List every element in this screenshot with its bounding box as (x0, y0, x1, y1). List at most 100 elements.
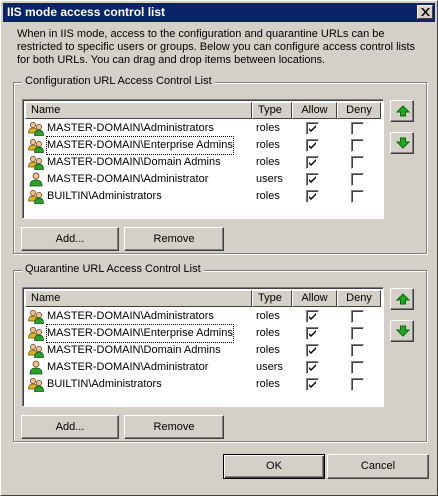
row-name-label: MASTER-DOMAIN\Domain Admins (47, 156, 221, 168)
group-icon (28, 309, 44, 324)
checkmark-icon (309, 142, 316, 149)
title-bar[interactable]: IIS mode access control list (3, 3, 435, 22)
column-header-deny[interactable]: Deny (337, 290, 381, 307)
row-type: roles (256, 327, 280, 339)
row-name: MASTER-DOMAIN\Enterprise Admins (28, 324, 253, 343)
row-name: BUILTIN\Administrators (28, 188, 253, 205)
table-row[interactable]: MASTER-DOMAIN\Administrators roles (25, 120, 381, 137)
deny-checkbox[interactable] (351, 327, 364, 340)
row-name: BUILTIN\Administrators (28, 376, 253, 393)
column-header-deny[interactable]: Deny (337, 102, 381, 119)
deny-checkbox[interactable] (351, 310, 364, 323)
quarantine-add-button[interactable]: Add... (21, 415, 119, 439)
table-row[interactable]: MASTER-DOMAIN\Enterprise Admins roles (25, 324, 381, 343)
allow-checkbox[interactable] (306, 361, 319, 374)
row-name: MASTER-DOMAIN\Enterprise Admins (28, 136, 253, 155)
column-header-type[interactable]: Type (252, 290, 292, 307)
row-type: roles (256, 310, 280, 322)
row-name: MASTER-DOMAIN\Domain Admins (28, 154, 253, 171)
column-header-name[interactable]: Name (25, 102, 252, 119)
row-type: roles (256, 378, 280, 390)
row-type: users (256, 173, 283, 185)
add-button-label: Add... (55, 421, 85, 433)
allow-checkbox[interactable] (306, 344, 319, 357)
quarantine-remove-button[interactable]: Remove (124, 415, 224, 439)
table-row[interactable]: BUILTIN\Administrators roles (25, 376, 381, 393)
group-icon (28, 121, 44, 136)
allow-checkbox[interactable] (306, 173, 319, 186)
row-type: roles (256, 156, 280, 168)
deny-checkbox[interactable] (351, 344, 364, 357)
table-row[interactable]: MASTER-DOMAIN\Enterprise Admins roles (25, 136, 381, 155)
quarantine-move-down-button[interactable] (390, 320, 414, 342)
group-icon (28, 326, 44, 341)
intro-text: When in IIS mode, access to the configur… (17, 28, 416, 66)
allow-checkbox[interactable] (306, 310, 319, 323)
dialog-title: IIS mode access control list (7, 5, 166, 19)
quarantine-acl-group: Quarantine URL Access Control List Name … (13, 263, 427, 442)
row-name: MASTER-DOMAIN\Administrators (28, 120, 253, 137)
allow-checkbox[interactable] (306, 139, 319, 152)
checkmark-icon (309, 347, 316, 354)
table-row[interactable]: MASTER-DOMAIN\Administrator users (25, 359, 381, 376)
allow-checkbox[interactable] (306, 327, 319, 340)
row-type: roles (256, 122, 280, 134)
group-icon (28, 189, 44, 204)
table-row[interactable]: MASTER-DOMAIN\Administrator users (25, 171, 381, 188)
deny-checkbox[interactable] (351, 361, 364, 374)
row-name-label: MASTER-DOMAIN\Domain Admins (47, 344, 221, 356)
close-icon (421, 8, 430, 16)
row-name-label: MASTER-DOMAIN\Enterprise Admins (46, 324, 234, 343)
column-header-name[interactable]: Name (25, 290, 252, 307)
group-icon (28, 343, 44, 358)
table-row[interactable]: MASTER-DOMAIN\Administrators roles (25, 308, 381, 325)
deny-checkbox[interactable] (351, 190, 364, 203)
remove-button-label: Remove (153, 233, 195, 245)
quarantine-move-up-button[interactable] (390, 288, 414, 310)
cancel-button[interactable]: Cancel (327, 454, 429, 479)
deny-checkbox[interactable] (351, 173, 364, 186)
ok-button-label: OK (266, 460, 282, 472)
remove-button-label: Remove (153, 421, 195, 433)
allow-checkbox[interactable] (306, 378, 319, 391)
user-icon (28, 172, 44, 187)
column-header-allow[interactable]: Allow (292, 290, 337, 307)
allow-checkbox[interactable] (306, 122, 319, 135)
row-name-label: BUILTIN\Administrators (47, 190, 162, 202)
row-name: MASTER-DOMAIN\Administrator (28, 171, 253, 188)
dialog-window: IIS mode access control list When in IIS… (0, 0, 438, 496)
deny-checkbox[interactable] (351, 122, 364, 135)
list-header: Name Type Allow Deny (25, 102, 381, 119)
checkmark-icon (309, 313, 316, 320)
group-icon (28, 377, 44, 392)
quarantine-acl-list[interactable]: Name Type Allow Deny MASTER-DOMAIN\Admin… (22, 287, 384, 407)
cancel-button-label: Cancel (360, 460, 396, 472)
row-name-label: MASTER-DOMAIN\Administrator (47, 361, 209, 373)
configuration-remove-button[interactable]: Remove (124, 227, 224, 251)
group-icon (28, 138, 44, 153)
ok-button[interactable]: OK (223, 454, 325, 479)
deny-checkbox[interactable] (351, 156, 364, 169)
deny-checkbox[interactable] (351, 139, 364, 152)
row-name-label: BUILTIN\Administrators (47, 378, 162, 390)
checkmark-icon (309, 364, 316, 371)
row-name-label: MASTER-DOMAIN\Administrators (47, 122, 214, 134)
configuration-move-down-button[interactable] (390, 132, 414, 154)
configuration-move-up-button[interactable] (390, 100, 414, 122)
deny-checkbox[interactable] (351, 378, 364, 391)
table-row[interactable]: MASTER-DOMAIN\Domain Admins roles (25, 154, 381, 171)
close-button[interactable] (417, 5, 433, 19)
checkmark-icon (309, 330, 316, 337)
arrow-down-icon (396, 137, 410, 149)
allow-checkbox[interactable] (306, 156, 319, 169)
group-icon (28, 155, 44, 170)
configuration-acl-list[interactable]: Name Type Allow Deny MASTER-DOMAIN\Admin… (22, 99, 384, 219)
column-header-type[interactable]: Type (252, 102, 292, 119)
allow-checkbox[interactable] (306, 190, 319, 203)
column-header-allow[interactable]: Allow (292, 102, 337, 119)
configuration-add-button[interactable]: Add... (21, 227, 119, 251)
row-name-label: MASTER-DOMAIN\Enterprise Admins (46, 136, 234, 155)
table-row[interactable]: MASTER-DOMAIN\Domain Admins roles (25, 342, 381, 359)
table-row[interactable]: BUILTIN\Administrators roles (25, 188, 381, 205)
configuration-group-label: Configuration URL Access Control List (22, 75, 215, 88)
